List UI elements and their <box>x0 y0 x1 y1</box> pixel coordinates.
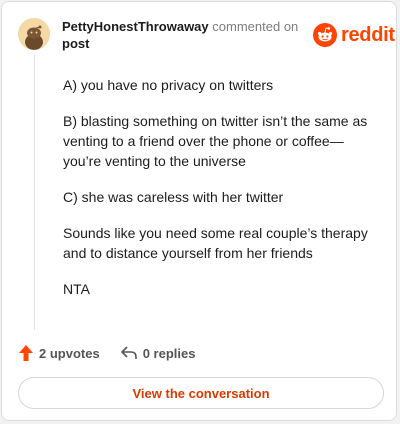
reddit-logo[interactable]: reddit <box>313 22 395 48</box>
snoo-avatar-icon <box>18 18 50 50</box>
upvote-count: 2 upvotes <box>39 345 100 361</box>
comment-paragraph: NTA <box>63 281 90 297</box>
commented-on-text: commented on <box>212 19 299 34</box>
reddit-wordmark: reddit <box>341 23 395 46</box>
avatar[interactable] <box>18 18 50 50</box>
thread-line <box>34 54 35 330</box>
reply-arrow-icon <box>120 346 137 359</box>
upvote-arrow-icon <box>19 345 33 361</box>
embedded-comment-card: PettyHonestThrowaway commented on post r… <box>1 1 397 421</box>
post-link[interactable]: post <box>62 36 89 51</box>
comment-paragraph: B) blasting something on twitter isn’t t… <box>63 113 368 169</box>
username[interactable]: PettyHonestThrowaway <box>62 19 209 34</box>
reddit-snoo-icon <box>313 23 337 47</box>
comment-paragraph: A) you have no privacy on twitters <box>63 77 274 93</box>
view-conversation-button[interactable]: View the conversation <box>18 377 384 409</box>
comment-footer: 2 upvotes 0 replies <box>18 342 378 364</box>
comment-header: PettyHonestThrowaway commented on post <box>62 18 302 52</box>
comment-paragraph: C) she was careless with her twitter <box>63 189 284 205</box>
upvote-button[interactable]: 2 upvotes <box>18 344 100 362</box>
replies-button[interactable]: 0 replies <box>120 345 196 361</box>
replies-count: 0 replies <box>142 345 196 361</box>
comment-paragraph: Sounds like you need some real couple’s … <box>63 225 368 261</box>
comment-body: A) you have no privacy on twitters B) bl… <box>63 75 381 315</box>
